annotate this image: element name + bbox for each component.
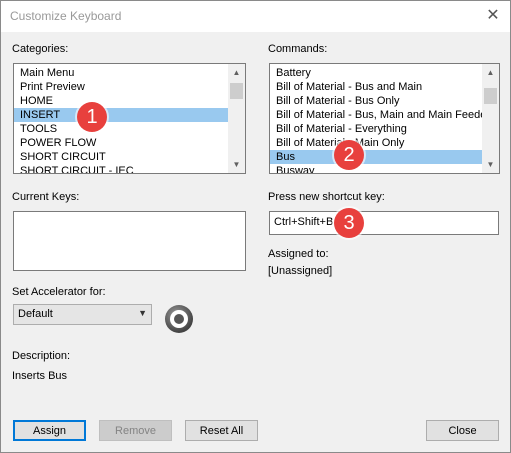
command-item[interactable]: Busway — [270, 164, 482, 173]
shortcut-value: Ctrl+Shift+B — [274, 216, 334, 228]
command-item[interactable]: Bill of Material - Bus, Main and Main Fe… — [270, 108, 482, 122]
current-keys-list[interactable] — [13, 211, 246, 271]
scroll-thumb[interactable] — [484, 88, 497, 104]
shortcut-label: Press new shortcut key: — [268, 191, 385, 203]
chevron-down-icon: ▼ — [138, 308, 147, 318]
categories-scrollbar[interactable]: ▲ ▼ — [228, 64, 245, 173]
scroll-thumb[interactable] — [230, 83, 243, 99]
current-keys-label: Current Keys: — [12, 191, 80, 203]
description-label: Description: — [12, 350, 71, 362]
command-item[interactable]: Bill of Material - Bus Only — [270, 94, 482, 108]
customize-keyboard-dialog: Customize Keyboard ✕ Categories: Main Me… — [0, 0, 511, 453]
category-item[interactable]: Print Preview — [14, 80, 228, 94]
shortcut-input[interactable]: Ctrl+Shift+B — [269, 211, 499, 235]
category-item[interactable]: SHORT CIRCUIT — [14, 150, 228, 164]
category-item[interactable]: INSERT — [14, 108, 228, 122]
commands-label: Commands: — [268, 43, 328, 55]
reset-all-button[interactable]: Reset All — [185, 420, 258, 441]
accelerator-value: Default — [18, 308, 53, 320]
command-item[interactable]: Battery — [270, 66, 482, 80]
marker-2: 2 — [334, 140, 364, 170]
assigned-to-value: [Unassigned] — [268, 265, 333, 277]
category-item[interactable]: TOOLS — [14, 122, 228, 136]
marker-1: 1 — [77, 102, 107, 132]
marker-3: 3 — [334, 208, 364, 238]
accelerator-label: Set Accelerator for: — [12, 286, 106, 298]
categories-list[interactable]: Main Menu Print Preview HOME INSERT TOOLS POW… — [13, 63, 246, 174]
title-bar: Customize Keyboard ✕ — [1, 1, 510, 32]
commands-scrollbar[interactable]: ▲ ▼ — [482, 64, 499, 173]
commands-list[interactable]: Battery Bill of Material - Bus and Main Bi… — [269, 63, 500, 174]
command-item[interactable]: Bill of Material - Everything — [270, 122, 482, 136]
assigned-to-label: Assigned to: — [268, 248, 329, 260]
description-text: Inserts Bus — [12, 370, 68, 382]
scroll-down-icon[interactable]: ▼ — [228, 156, 245, 173]
scroll-up-icon[interactable]: ▲ — [228, 64, 245, 81]
window-title: Customize Keyboard — [10, 9, 122, 23]
category-item[interactable]: POWER FLOW — [14, 136, 228, 150]
scroll-up-icon[interactable]: ▲ — [482, 64, 499, 81]
command-item[interactable]: Bill of Material - Main Only — [270, 136, 482, 150]
assign-button[interactable]: Assign — [13, 420, 86, 441]
command-item[interactable]: Bus — [270, 150, 482, 164]
category-item[interactable]: HOME — [14, 94, 228, 108]
command-item[interactable]: Bill of Material - Bus and Main — [270, 80, 482, 94]
accelerator-select[interactable]: Default ▼ — [13, 304, 152, 325]
etap-logo-icon — [165, 305, 193, 333]
category-item[interactable]: SHORT CIRCUIT - IEC — [14, 164, 228, 173]
close-icon[interactable]: ✕ — [482, 5, 504, 27]
remove-button[interactable]: Remove — [99, 420, 172, 441]
scroll-down-icon[interactable]: ▼ — [482, 156, 499, 173]
category-item[interactable]: Main Menu — [14, 66, 228, 80]
categories-label: Categories: — [12, 43, 69, 55]
close-button[interactable]: Close — [426, 420, 499, 441]
